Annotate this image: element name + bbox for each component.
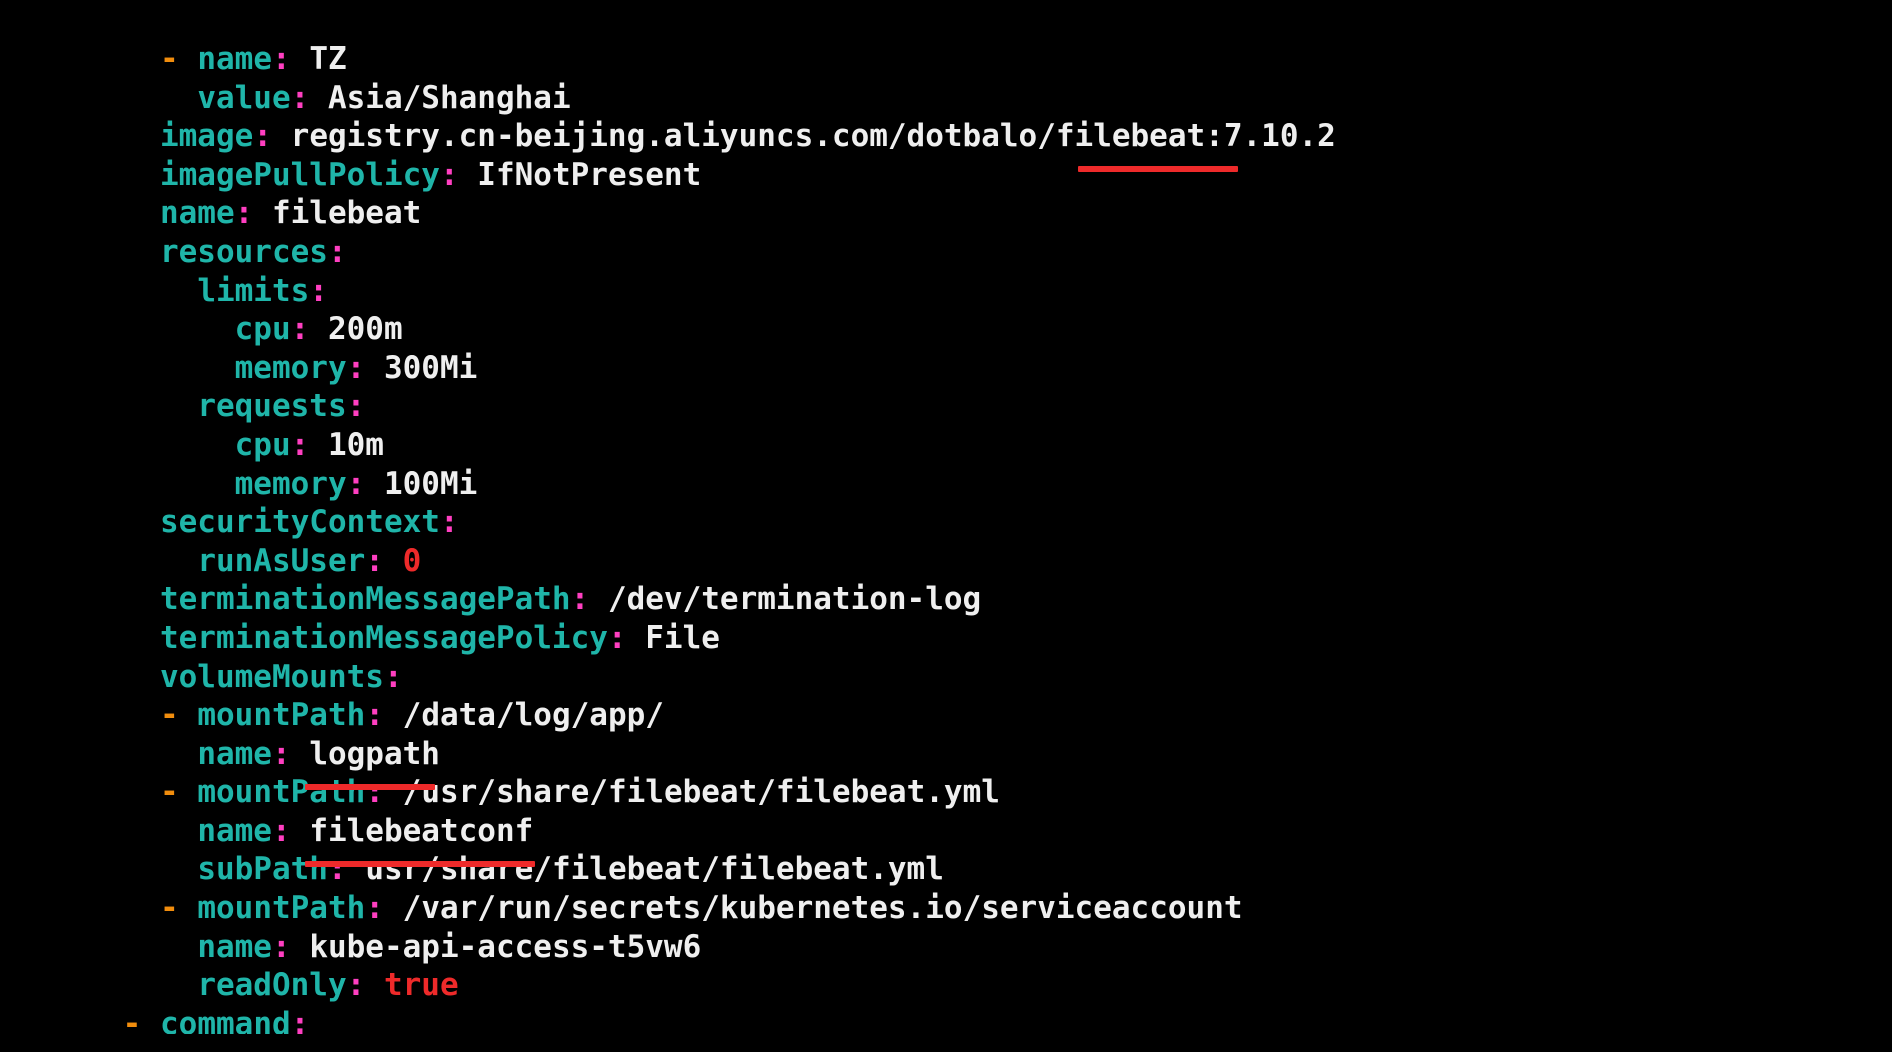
- yaml-key-mountpath: mountPath: [197, 890, 365, 926]
- colon-icon: :: [235, 195, 254, 231]
- yaml-value: TZ: [309, 41, 346, 77]
- yaml-value: 200m: [328, 311, 403, 347]
- yaml-key-name: name: [197, 813, 272, 849]
- dash-icon: -: [160, 697, 179, 733]
- colon-icon: :: [365, 697, 384, 733]
- colon-icon: :: [272, 929, 291, 965]
- colon-icon: :: [328, 851, 347, 887]
- yaml-key-imagepullpolicy: imagePullPolicy: [160, 157, 440, 193]
- colon-icon: :: [309, 273, 328, 309]
- colon-icon: :: [328, 234, 347, 270]
- colon-icon: :: [365, 890, 384, 926]
- colon-icon: :: [347, 967, 366, 1003]
- annotation-underline-image-tag: [1078, 166, 1238, 172]
- colon-icon: :: [291, 1006, 310, 1034]
- yaml-value: 0: [403, 543, 422, 579]
- colon-icon: :: [440, 157, 459, 193]
- yaml-value: /dev/termination-log: [608, 581, 981, 617]
- yaml-value: 10m: [328, 427, 384, 463]
- yaml-key-volumemounts: volumeMounts: [160, 659, 384, 695]
- colon-icon: :: [291, 80, 310, 116]
- annotation-underline-logpath: [305, 784, 435, 790]
- yaml-value: filebeat: [272, 195, 421, 231]
- yaml-key-requests: requests: [197, 388, 346, 424]
- colon-icon: :: [272, 813, 291, 849]
- yaml-key-resources: resources: [160, 234, 328, 270]
- yaml-value: filebeatconf: [309, 813, 533, 849]
- yaml-value: usr/share/filebeat/filebeat.yml: [365, 851, 944, 887]
- yaml-value: /data/log/app/: [403, 697, 664, 733]
- yaml-key-limits: limits: [197, 273, 309, 309]
- colon-icon: :: [608, 620, 627, 656]
- colon-icon: :: [440, 504, 459, 540]
- colon-icon: :: [347, 388, 366, 424]
- yaml-key-name: name: [197, 929, 272, 965]
- colon-icon: :: [347, 350, 366, 386]
- yaml-value: File: [645, 620, 720, 656]
- dash-icon: -: [160, 890, 179, 926]
- yaml-key-mountpath: mountPath: [197, 774, 365, 810]
- colon-icon: :: [272, 736, 291, 772]
- yaml-value: kube-api-access-t5vw6: [309, 929, 701, 965]
- yaml-key-mountpath: mountPath: [197, 697, 365, 733]
- yaml-value: /usr/share/filebeat/filebeat.yml: [403, 774, 1000, 810]
- annotation-underline-filebeatconf: [305, 861, 535, 867]
- yaml-key-runasuser: runAsUser: [197, 543, 365, 579]
- yaml-value: 300Mi: [384, 350, 477, 386]
- yaml-value: Asia/Shanghai: [328, 80, 571, 116]
- yaml-value: logpath: [309, 736, 440, 772]
- yaml-key-terminationmessagepolicy: terminationMessagePolicy: [160, 620, 608, 656]
- yaml-key-securitycontext: securityContext: [160, 504, 440, 540]
- colon-icon: :: [365, 774, 384, 810]
- yaml-key-memory: memory: [235, 350, 347, 386]
- yaml-key-command: command: [160, 1006, 291, 1034]
- dash-icon: -: [160, 774, 179, 810]
- yaml-key-value: value: [197, 80, 290, 116]
- dash-icon: -: [123, 1006, 142, 1034]
- yaml-key-subpath: subPath: [197, 851, 328, 887]
- yaml-key-image: image: [160, 118, 253, 154]
- yaml-value: registry.cn-beijing.aliyuncs.com/dotbalo…: [291, 118, 1336, 154]
- colon-icon: :: [347, 466, 366, 502]
- yaml-key-cpu: cpu: [235, 427, 291, 463]
- code-frame: - name: TZ value: Asia/Shanghai image: r…: [18, 18, 1874, 1034]
- dash-icon: -: [160, 41, 179, 77]
- yaml-key-name: name: [197, 41, 272, 77]
- colon-icon: :: [272, 41, 291, 77]
- colon-icon: :: [365, 543, 384, 579]
- yaml-value: true: [384, 967, 459, 1003]
- yaml-key-readonly: readOnly: [197, 967, 346, 1003]
- yaml-key-memory: memory: [235, 466, 347, 502]
- yaml-value: IfNotPresent: [477, 157, 701, 193]
- yaml-key-terminationmessagepath: terminationMessagePath: [160, 581, 571, 617]
- colon-icon: :: [253, 118, 272, 154]
- yaml-key-name: name: [197, 736, 272, 772]
- yaml-value: /var/run/secrets/kubernetes.io/serviceac…: [403, 890, 1243, 926]
- colon-icon: :: [384, 659, 403, 695]
- yaml-code-block: - name: TZ value: Asia/Shanghai image: r…: [48, 40, 1336, 1034]
- yaml-key-cpu: cpu: [235, 311, 291, 347]
- yaml-key-name: name: [160, 195, 235, 231]
- yaml-value: 100Mi: [384, 466, 477, 502]
- colon-icon: :: [291, 427, 310, 463]
- colon-icon: :: [291, 311, 310, 347]
- colon-icon: :: [571, 581, 590, 617]
